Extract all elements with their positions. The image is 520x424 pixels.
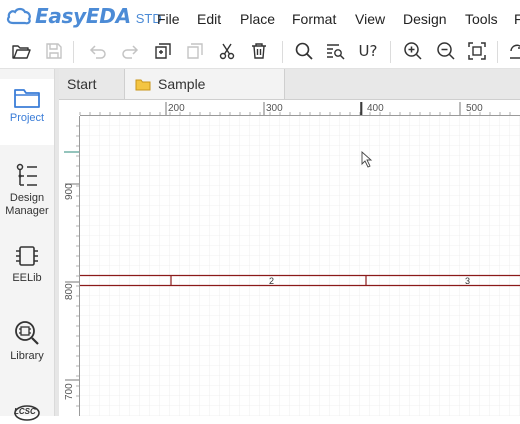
- menu-more[interactable]: F: [514, 11, 520, 27]
- frame-zone-label: 2: [269, 276, 274, 286]
- nav-eelib[interactable]: EELib: [0, 239, 54, 289]
- app-name: EasyEDA: [35, 4, 131, 28]
- copy-button[interactable]: [152, 40, 174, 62]
- find-button[interactable]: [325, 40, 347, 62]
- menu-bar: EasyEDA STD File Edit Place Format View …: [0, 0, 520, 35]
- menu-tools[interactable]: Tools: [465, 11, 498, 27]
- nav-design-manager-label: Design Manager: [5, 192, 49, 217]
- ruler-left: 900 800 700: [59, 116, 80, 416]
- nav-eelib-label: EELib: [12, 272, 42, 284]
- ruler-left-label: 900: [64, 183, 75, 200]
- tab-start-label: Start: [67, 76, 97, 92]
- menu-file[interactable]: File: [157, 11, 180, 27]
- save-icon: [46, 43, 62, 59]
- ruler-left-label: 700: [64, 383, 75, 400]
- cut-icon: [219, 43, 235, 60]
- open-button[interactable]: [10, 40, 32, 62]
- fit-icon: [468, 42, 486, 60]
- redo-icon: [122, 45, 139, 59]
- nav-library[interactable]: Library: [0, 317, 54, 367]
- library-search-icon: [15, 321, 39, 345]
- app-logo: EasyEDA STD: [6, 4, 162, 28]
- nav-design-manager[interactable]: Design Manager: [0, 159, 54, 221]
- undo-button[interactable]: [87, 40, 109, 62]
- menu-edit[interactable]: Edit: [197, 11, 221, 27]
- search-icon: [295, 42, 313, 60]
- save-button[interactable]: [43, 40, 65, 62]
- copy-icon: [155, 43, 171, 59]
- toolbar-separator: [497, 41, 498, 63]
- delete-icon: [252, 43, 266, 59]
- ruler-top-label: 300: [266, 103, 283, 114]
- chip-icon: [16, 246, 38, 266]
- ruler-top-label: 500: [466, 103, 483, 114]
- toolbar-separator: [390, 41, 391, 63]
- zoom-in-icon: [404, 42, 422, 60]
- ruler-left-label: 800: [64, 283, 75, 300]
- toolbar-separator: [73, 41, 74, 63]
- folder-icon: [135, 79, 151, 90]
- undo-icon: [89, 45, 106, 59]
- cut-button[interactable]: [216, 40, 238, 62]
- schematic-canvas[interactable]: 200 300 400 500 900 800 700 2 3: [59, 100, 520, 416]
- menu-place[interactable]: Place: [240, 11, 275, 27]
- rotate-button[interactable]: [506, 40, 520, 62]
- ruler-top-label: 400: [367, 103, 384, 114]
- canvas-svg: 200 300 400 500 900 800 700 2 3: [59, 100, 520, 416]
- zoom-in-button[interactable]: [402, 40, 424, 62]
- fit-button[interactable]: [466, 40, 488, 62]
- nav-library-label: Library: [10, 350, 44, 362]
- design-manager-icon: [16, 163, 37, 186]
- toolbar: U?: [0, 35, 520, 69]
- redo-button[interactable]: [119, 40, 141, 62]
- zoom-out-button[interactable]: [435, 40, 457, 62]
- paste-button[interactable]: [184, 40, 206, 62]
- menu-format[interactable]: Format: [292, 11, 336, 27]
- left-nav: Project Design Manager EELib Library LCS…: [0, 69, 55, 421]
- open-folder-icon: [12, 45, 31, 59]
- paste-icon: [187, 43, 203, 59]
- nav-project-label: Project: [9, 112, 45, 124]
- find-similar-button[interactable]: U?: [357, 40, 379, 62]
- menu-design[interactable]: Design: [403, 11, 447, 27]
- search-button[interactable]: [293, 40, 315, 62]
- nav-project[interactable]: Project: [0, 79, 54, 145]
- nav-lcsc[interactable]: LCSC: [0, 399, 54, 421]
- easyeda-logo-icon: [6, 7, 31, 25]
- delete-button[interactable]: [248, 40, 270, 62]
- zoom-out-icon: [437, 42, 455, 60]
- rotate-icon: [510, 44, 520, 59]
- menu-view[interactable]: View: [355, 11, 385, 27]
- toolbar-separator: [282, 41, 283, 63]
- folder-icon: [14, 89, 40, 108]
- ruler-top-label: 200: [168, 103, 185, 114]
- tab-start[interactable]: Start: [59, 69, 125, 99]
- find-icon: [327, 44, 345, 60]
- tab-sample-label: Sample: [158, 76, 206, 92]
- frame-zone-label: 3: [465, 276, 470, 286]
- canvas-grid: [80, 116, 520, 416]
- ruler-top: 200 300 400 500: [59, 100, 520, 116]
- document-tabs: Start Sample: [59, 69, 520, 100]
- find-similar-icon: U?: [358, 42, 378, 60]
- tab-sample[interactable]: Sample: [125, 69, 285, 99]
- nav-lcsc-label: LCSC: [14, 407, 36, 416]
